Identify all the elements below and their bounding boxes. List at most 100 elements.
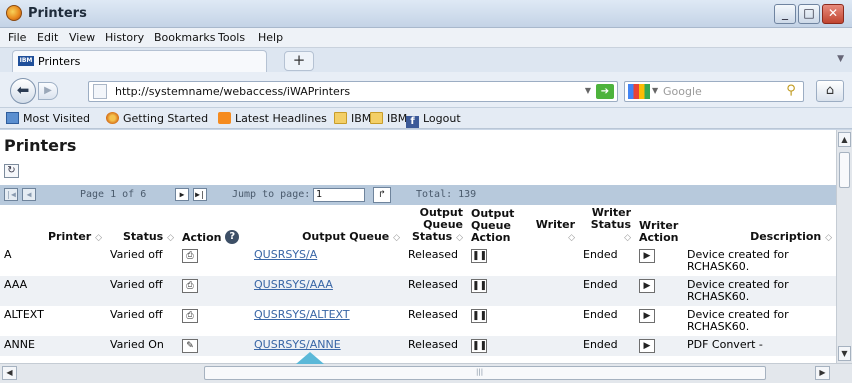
- tab-printers[interactable]: IBM Printers: [12, 50, 267, 72]
- address-bar[interactable]: http://systemname/webaccess/iWAPrinters …: [88, 81, 618, 102]
- cell-queue: QUSRSYS/AAA: [250, 276, 404, 306]
- menu-bar: File Edit View History Bookmarks Tools H…: [0, 28, 852, 48]
- bookmark-latest-headlines[interactable]: Latest Headlines: [218, 112, 327, 125]
- hold-queue-icon[interactable]: ❚❚: [471, 249, 487, 263]
- search-icon[interactable]: ⚲: [782, 83, 800, 100]
- printer-action-icon[interactable]: ⎙: [182, 249, 198, 263]
- help-icon[interactable]: ?: [225, 230, 240, 244]
- scroll-grip-icon: |||: [476, 368, 484, 376]
- printer-action-icon[interactable]: ⎙: [182, 279, 198, 293]
- tab-list-chevron-icon[interactable]: ▼: [837, 54, 844, 64]
- menu-help[interactable]: Help: [258, 31, 283, 44]
- minimize-button[interactable]: _: [774, 4, 796, 24]
- bookmark-logout[interactable]: f Logout: [406, 112, 461, 128]
- bookmark-ibm-1[interactable]: IBM: [334, 112, 371, 125]
- description-line2: RCHASK60.: [687, 320, 750, 333]
- cell-writer: [523, 246, 579, 276]
- jump-go-icon[interactable]: ↱: [373, 187, 391, 203]
- cell-description: Device created for RCHASK60.: [683, 276, 836, 306]
- scroll-up-icon[interactable]: ▲: [838, 132, 851, 147]
- col-description[interactable]: Description ◇: [683, 206, 836, 246]
- col-description-label: Description: [750, 230, 822, 243]
- table-row: ALTEXT Varied off ⎙ QUSRSYS/ALTEXT Relea…: [0, 306, 836, 336]
- window-titlebar: Printers _ □ ✕: [0, 0, 852, 28]
- menu-bookmarks[interactable]: Bookmarks: [154, 31, 215, 44]
- edit-action-icon[interactable]: ✎: [182, 339, 198, 353]
- previous-page-icon[interactable]: ◀: [22, 188, 36, 201]
- first-page-icon[interactable]: |◀: [4, 188, 18, 201]
- bookmark-ibm-2[interactable]: IBM: [370, 112, 407, 125]
- cell-writer: [523, 276, 579, 306]
- go-button[interactable]: ➔: [596, 84, 614, 99]
- printer-action-icon[interactable]: ⎙: [182, 309, 198, 323]
- cell-writer: [523, 306, 579, 336]
- cell-queue-action: ❚❚: [467, 276, 523, 306]
- cell-queue-status: Released: [404, 276, 467, 306]
- url-text: http://systemname/webaccess/iWAPrinters: [115, 85, 351, 98]
- google-engine-icon[interactable]: [628, 84, 650, 99]
- hold-queue-icon[interactable]: ❚❚: [471, 339, 487, 353]
- scroll-right-icon[interactable]: ▶: [815, 366, 830, 380]
- vertical-scrollbar[interactable]: ▲ ▼: [836, 130, 852, 363]
- hold-queue-icon[interactable]: ❚❚: [471, 309, 487, 323]
- engine-dropdown-icon[interactable]: ▼: [652, 86, 658, 95]
- start-writer-icon[interactable]: ▶: [639, 339, 655, 353]
- vertical-scroll-thumb[interactable]: [839, 152, 850, 188]
- window-title: Printers: [28, 6, 87, 21]
- col-printer[interactable]: Printer ◇: [0, 206, 106, 246]
- facebook-icon: f: [406, 116, 419, 128]
- horizontal-scrollbar[interactable]: ◀ ||| ▶: [0, 363, 852, 383]
- next-page-icon[interactable]: ▶: [175, 188, 189, 201]
- scroll-left-icon[interactable]: ◀: [2, 366, 17, 380]
- queue-link[interactable]: QUSRSYS/AAA: [254, 278, 333, 291]
- bookmark-label: IBM: [387, 112, 408, 125]
- cell-description: Device created for RCHASK60.: [683, 246, 836, 276]
- home-button[interactable]: ⌂: [816, 80, 844, 102]
- menu-view[interactable]: View: [69, 31, 95, 44]
- search-bar[interactable]: ▼ Google ⚲: [624, 81, 804, 102]
- scroll-down-icon[interactable]: ▼: [838, 346, 851, 361]
- firefox-logo-icon: [6, 5, 22, 21]
- bookmark-getting-started[interactable]: Getting Started: [106, 112, 208, 125]
- queue-link[interactable]: QUSRSYS/ANNE: [254, 338, 341, 351]
- menu-tools[interactable]: Tools: [218, 31, 245, 44]
- horizontal-scroll-thumb[interactable]: [204, 366, 766, 380]
- hold-queue-icon[interactable]: ❚❚: [471, 279, 487, 293]
- cell-queue-status: Released: [404, 306, 467, 336]
- refresh-icon[interactable]: ↻: [4, 164, 19, 178]
- menu-edit[interactable]: Edit: [37, 31, 58, 44]
- col-oq-status-line3: Status: [411, 230, 453, 243]
- folder-icon: [334, 112, 347, 124]
- bookmark-most-visited[interactable]: Most Visited: [6, 112, 90, 125]
- col-writer-status[interactable]: Writer Status ◇: [579, 206, 635, 246]
- col-output-queue-label: Output Queue: [302, 230, 390, 243]
- jump-label: Jump to page:: [232, 189, 311, 200]
- close-button[interactable]: ✕: [822, 4, 844, 24]
- printers-table: Printer ◇ Status ◇ Action ? Output Queue…: [0, 206, 836, 356]
- queue-link[interactable]: QUSRSYS/A: [254, 248, 317, 261]
- url-history-dropdown-icon[interactable]: ▼: [585, 86, 591, 95]
- cell-writer: [523, 336, 579, 356]
- jump-to-page-input[interactable]: 1: [313, 188, 365, 202]
- cell-writer-action: ▶: [635, 306, 683, 336]
- cell-writer-status: Ended: [579, 306, 635, 336]
- col-oq-action: Output Queue Action: [467, 206, 523, 246]
- start-writer-icon[interactable]: ▶: [639, 249, 655, 263]
- forward-button[interactable]: ▶: [38, 82, 58, 100]
- last-page-icon[interactable]: ▶|: [193, 188, 207, 201]
- menu-file[interactable]: File: [8, 31, 26, 44]
- new-tab-button[interactable]: +: [284, 51, 314, 71]
- col-output-queue[interactable]: Output Queue ◇: [250, 206, 404, 246]
- start-writer-icon[interactable]: ▶: [639, 309, 655, 323]
- queue-link[interactable]: QUSRSYS/ALTEXT: [254, 308, 350, 321]
- menu-history[interactable]: History: [105, 31, 144, 44]
- cell-description: Device created for RCHASK60.: [683, 306, 836, 336]
- back-button[interactable]: ⬅: [10, 78, 36, 104]
- start-writer-icon[interactable]: ▶: [639, 279, 655, 293]
- cell-status: Varied On: [106, 336, 178, 356]
- col-writer[interactable]: Writer ◇: [523, 206, 579, 246]
- col-oq-status[interactable]: Output Queue Status ◇: [404, 206, 467, 246]
- maximize-button[interactable]: □: [798, 4, 820, 24]
- col-oq-action-line3: Action: [471, 231, 511, 244]
- col-status[interactable]: Status ◇: [106, 206, 178, 246]
